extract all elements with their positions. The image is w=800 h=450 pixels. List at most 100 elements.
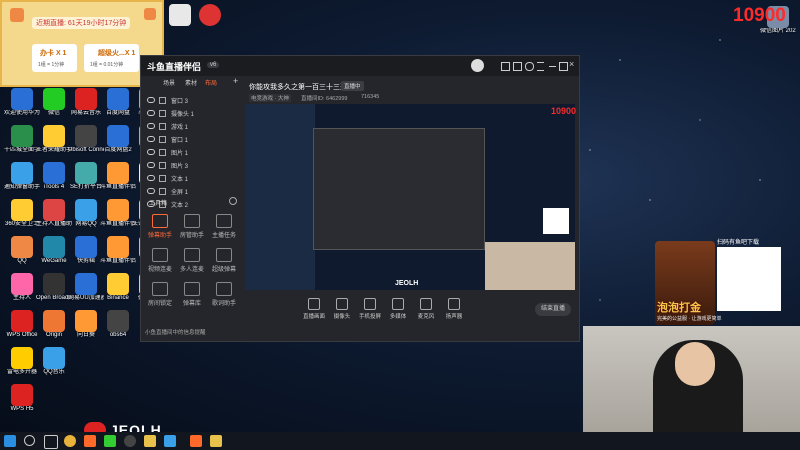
tool-button[interactable]: 歌词助手 [209, 282, 239, 307]
visibility-eye-icon[interactable] [147, 110, 155, 116]
scene-item[interactable]: 图片 1 [147, 146, 237, 159]
explorer-icon[interactable] [144, 435, 156, 447]
visibility-eye-icon[interactable] [147, 136, 155, 142]
desktop-icon[interactable]: 王者荣耀助手 [36, 125, 72, 154]
tab-scenes[interactable]: 场景 [163, 78, 175, 87]
notice-bar[interactable]: 小鱼直播间中的信息提醒 [145, 328, 237, 336]
tab-sources[interactable]: 素材 [185, 78, 197, 87]
scene-item[interactable]: 图片 3 [147, 159, 237, 172]
douyu-live-companion-window[interactable]: 斗鱼直播伴侣 v6 × 场景 素材 布局 + 窗口 3 摄像头 1 游戏 1 窗口 1… [140, 55, 580, 342]
tool-button[interactable]: 主播任务 [209, 214, 239, 239]
desktop-icon[interactable]: 百度网盘 [100, 88, 136, 117]
visibility-eye-icon[interactable] [147, 149, 155, 155]
avatar[interactable] [471, 59, 484, 72]
desktop-icon[interactable]: Binance [100, 273, 136, 302]
tool-button[interactable]: 超级弹幕 [209, 248, 239, 273]
desktop-icon[interactable]: WPS H5 [4, 384, 40, 413]
bottom-tool-button[interactable]: 麦克风 [413, 298, 439, 320]
desktop-icon[interactable]: 向日葵 [68, 310, 104, 339]
desktop-icon[interactable]: Origin [36, 310, 72, 339]
scene-item[interactable]: 窗口 1 [147, 133, 237, 146]
visibility-eye-icon[interactable] [147, 162, 155, 168]
visibility-eye-icon[interactable] [147, 188, 155, 194]
taskview-icon[interactable] [44, 435, 58, 449]
douyu-icon[interactable] [84, 435, 96, 447]
tool-button[interactable]: 视频连麦 [145, 248, 175, 273]
visibility-eye-icon[interactable] [147, 175, 155, 181]
lock-icon[interactable] [159, 110, 166, 117]
close-icon[interactable]: × [569, 59, 574, 69]
desktop-icon[interactable]: WPS Office [4, 310, 40, 339]
lock-icon[interactable] [159, 175, 166, 182]
tab-layout[interactable]: 布局 [205, 78, 217, 87]
search-icon[interactable] [24, 435, 35, 446]
scene-item[interactable]: 文本 1 [147, 172, 237, 185]
desktop-icon[interactable]: Open Broadcast... [36, 273, 72, 302]
desktop-icon[interactable]: Ubisoft Connect [68, 125, 104, 154]
desktop-icon-app[interactable] [192, 4, 228, 26]
banner-card-2[interactable]: 超级火...X 1 1组 = 0.01分钟 [84, 44, 139, 72]
lock-icon[interactable] [159, 149, 166, 156]
desktop-icon[interactable]: 主持人直播助手 [36, 199, 72, 228]
desktop-icon[interactable]: WeGame [36, 236, 72, 265]
ad-qr-code[interactable] [717, 247, 781, 311]
toolbox-info-icon[interactable] [229, 197, 237, 205]
bottom-tool-button[interactable]: 摄像头 [329, 298, 355, 320]
add-source-icon[interactable]: + [233, 76, 238, 86]
start-icon[interactable] [4, 435, 16, 447]
desktop-icon[interactable]: QQ [4, 236, 40, 265]
desktop-icon[interactable]: 网易QQ [68, 199, 104, 228]
tool-button[interactable]: 房间锁定 [145, 282, 175, 307]
desktop-icon[interactable]: 斗鱼直播伴侣4 [100, 236, 136, 265]
end-stream-button[interactable]: 结束直播 [535, 303, 571, 316]
desktop-icon[interactable]: 欢迎使用华为浏览器助手 [4, 88, 40, 117]
scene-item[interactable]: 全屏 1 [147, 185, 237, 198]
lock-icon[interactable] [159, 123, 166, 130]
chrome-icon[interactable] [64, 435, 76, 447]
qq-icon[interactable] [164, 435, 176, 447]
desktop-icon[interactable]: 网易云音乐 [68, 88, 104, 117]
desktop-icon[interactable]: 主持人 [4, 273, 40, 302]
tray-icon-2[interactable] [210, 435, 222, 447]
game-ad-panel[interactable]: 扫码有鱼吧下载 泡泡打金 完美的公益服 · 让游戏更简单 [655, 233, 785, 325]
tool-button[interactable]: 弹幕助手 [145, 214, 175, 239]
desktop-icon[interactable]: iTools 4 [36, 162, 72, 191]
tool-button[interactable]: 多人连麦 [177, 248, 207, 273]
bottom-tool-button[interactable]: 手机投屏 [357, 298, 383, 320]
wechat-icon[interactable] [104, 435, 116, 447]
desktop-icon[interactable]: 千匹城全面学习 [4, 125, 40, 154]
scene-item[interactable]: 窗口 3 [147, 94, 237, 107]
scene-item[interactable]: 摄像头 1 [147, 107, 237, 120]
scene-item[interactable]: 游戏 1 [147, 120, 237, 133]
lock-icon[interactable] [159, 188, 166, 195]
lock-icon[interactable] [159, 136, 166, 143]
minimize-icon[interactable] [549, 66, 556, 67]
menu-icon[interactable] [537, 62, 544, 71]
obs-icon[interactable] [124, 435, 136, 447]
desktop-icon[interactable]: 360安全卫士 [4, 199, 40, 228]
desktop-icon[interactable]: 通知弹窗助手 [4, 162, 40, 191]
lock-icon[interactable] [159, 162, 166, 169]
desktop-icon[interactable]: 斗鱼直播伴侣3 [100, 199, 136, 228]
desktop-icon[interactable]: SE打折平台 [68, 162, 104, 191]
banner-card-1[interactable]: 办卡 X 1 1组 = 1分钟 [32, 44, 77, 72]
bottom-tool-button[interactable]: 直播画面 [301, 298, 327, 320]
bottom-tool-button[interactable]: 扬声器 [441, 298, 467, 320]
desktop-icon[interactable]: 微信 [36, 88, 72, 117]
desktop-icon[interactable]: 快剪辑 [68, 236, 104, 265]
visibility-eye-icon[interactable] [147, 123, 155, 129]
tool-button[interactable]: 房管助手 [177, 214, 207, 239]
lock-icon[interactable] [159, 97, 166, 104]
desktop-icon[interactable]: 斗鱼直播伴侣 [100, 162, 136, 191]
desktop-icon[interactable]: 雷电多开器 [4, 347, 40, 376]
maximize-icon[interactable] [559, 62, 568, 71]
settings-icon[interactable] [525, 62, 534, 71]
window-titlebar[interactable]: 斗鱼直播伴侣 v6 × [141, 56, 579, 76]
tool-button[interactable]: 弹幕库 [177, 282, 207, 307]
bottom-tool-button[interactable]: 多媒体 [385, 298, 411, 320]
desktop-icon[interactable]: 网易UU加速器 [68, 273, 104, 302]
skin-icon[interactable] [501, 62, 510, 71]
desktop-icon[interactable]: 百度网盘2 [100, 125, 136, 154]
desktop-icon[interactable]: QQ音乐 [36, 347, 72, 376]
desktop-icon[interactable]: obs64 [100, 310, 136, 339]
